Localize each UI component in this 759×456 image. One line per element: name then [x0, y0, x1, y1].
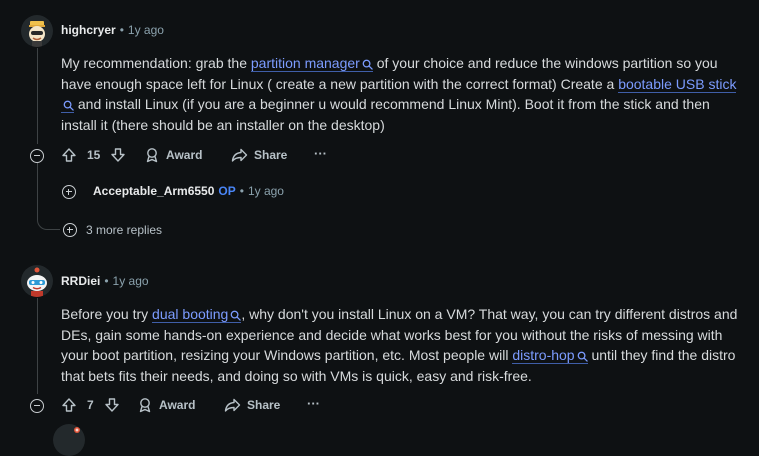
search-icon: [362, 59, 373, 70]
comment-author[interactable]: highcryer: [61, 23, 116, 37]
user-avatar[interactable]: [21, 15, 53, 47]
thread-line: [37, 298, 38, 394]
award-label: Award: [159, 398, 196, 412]
award-button[interactable]: Award: [144, 147, 202, 163]
share-button[interactable]: Share: [231, 147, 287, 163]
comment-header: highcryer • 1y ago: [61, 23, 164, 37]
comment-timestamp[interactable]: 1y ago: [128, 23, 164, 37]
search-icon: [230, 310, 242, 321]
search-icon: [63, 100, 74, 111]
share-icon: [231, 148, 248, 162]
separator-dot: •: [104, 274, 109, 288]
collapse-thread-button[interactable]: [30, 399, 44, 413]
reply-timestamp[interactable]: 1y ago: [248, 184, 284, 198]
more-options-button[interactable]: ···: [314, 146, 327, 161]
thread-line: [37, 48, 38, 144]
downvote-icon[interactable]: [110, 147, 126, 163]
award-icon: [139, 398, 151, 413]
avatar-icon: [21, 265, 53, 297]
reply-header: Acceptable_Arm6550 OP • 1y ago: [93, 184, 284, 198]
expand-reply-button[interactable]: [62, 185, 76, 199]
comment-author[interactable]: RRDiei: [61, 274, 100, 288]
share-label: Share: [247, 398, 281, 412]
comment-text: My recommendation: grab the: [61, 55, 251, 71]
more-options-button[interactable]: ···: [307, 396, 320, 411]
search-icon: [577, 351, 588, 362]
share-button[interactable]: Share: [224, 397, 280, 413]
upvote-icon[interactable]: [61, 147, 77, 163]
comment-header: RRDiei • 1y ago: [61, 274, 149, 288]
upvote-icon[interactable]: [61, 397, 77, 413]
vote-bar: 15: [61, 147, 126, 163]
reply-connector: [37, 163, 60, 230]
comment-body: My recommendation: grab the partition ma…: [61, 53, 741, 135]
reply-author[interactable]: Acceptable_Arm6550: [93, 184, 214, 198]
vote-count: 7: [87, 398, 94, 412]
award-icon: [146, 148, 158, 163]
comment-text: and install Linux (if you are a beginner…: [61, 96, 710, 133]
more-replies-link[interactable]: 3 more replies: [86, 223, 162, 237]
separator-dot: •: [119, 23, 124, 37]
keyword-search-label: partition manager: [250, 55, 360, 71]
vote-count: 15: [87, 148, 101, 162]
op-badge: OP: [218, 184, 236, 198]
share-icon: [224, 398, 241, 412]
user-avatar[interactable]: [53, 424, 85, 456]
collapse-thread-button[interactable]: [30, 149, 44, 163]
keyword-search-link[interactable]: dual booting: [152, 306, 242, 323]
more-replies-icon[interactable]: [63, 223, 77, 237]
keyword-search-label: distro-hop: [512, 347, 575, 363]
keyword-search-label: dual booting: [152, 306, 229, 322]
comment-text: Before you try: [61, 306, 153, 322]
avatar-icon: [53, 424, 85, 456]
keyword-search-link[interactable]: distro-hop: [512, 347, 588, 364]
comment-body: Before you try dual booting, why don't y…: [61, 304, 745, 386]
comment-timestamp[interactable]: 1y ago: [113, 274, 149, 288]
keyword-search-link[interactable]: partition manager: [250, 55, 373, 72]
share-label: Share: [254, 148, 288, 162]
separator-dot: •: [239, 184, 244, 198]
keyword-search-label: bootable USB stick: [618, 75, 737, 92]
user-avatar[interactable]: [21, 265, 53, 297]
avatar-icon: [21, 15, 53, 47]
more-options-label: ···: [307, 396, 320, 411]
award-button[interactable]: Award: [137, 397, 195, 413]
downvote-icon[interactable]: [104, 397, 120, 413]
more-options-label: ···: [314, 146, 327, 161]
award-label: Award: [166, 148, 203, 162]
vote-bar: 7: [61, 397, 120, 413]
